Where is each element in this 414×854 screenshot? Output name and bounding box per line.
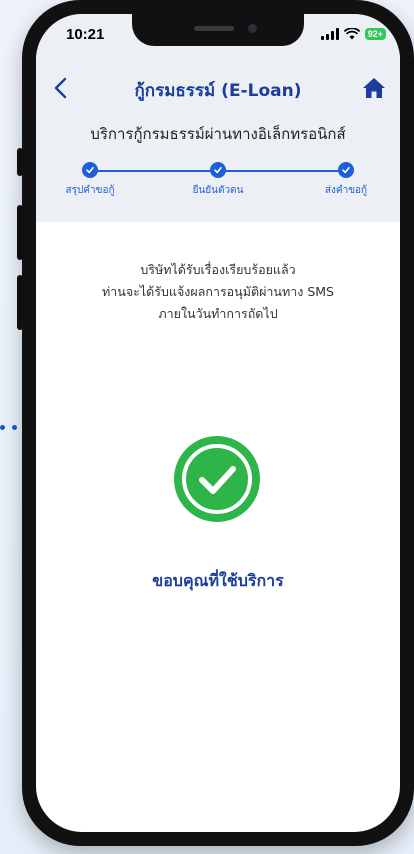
page-title: กู้กรมธรรม์ (E-Loan): [134, 81, 302, 101]
step-label: สรุปคำขอกู้: [65, 185, 115, 196]
header-area: 10:21 92+ กู้กรมธรรม์ (E-Loan) บริการกู้…: [36, 14, 400, 222]
phone-screen: 10:21 92+ กู้กรมธรรม์ (E-Loan) บริการกู้…: [36, 14, 400, 832]
phone-frame: 10:21 92+ กู้กรมธรรม์ (E-Loan) บริการกู้…: [22, 0, 414, 846]
step-check-icon: [338, 162, 354, 178]
status-time: 10:21: [66, 26, 105, 43]
navigation-bar: กู้กรมธรรม์ (E-Loan): [36, 74, 400, 104]
step-label: ส่งคำขอกู้: [324, 185, 368, 196]
home-icon[interactable]: [362, 77, 386, 99]
progress-stepper: สรุปคำขอกู้ ยืนยันตัวตน ส่งคำขอกู้: [56, 162, 380, 210]
message-line: ท่านจะได้รับแจ้งผลการอนุมัติผ่านทาง SMS: [102, 284, 334, 299]
message-line: ภายในวันทำการถัดไป: [158, 306, 278, 321]
confirmation-message: บริษัทได้รับเรื่องเรียบร้อยแล้ว ท่านจะได…: [36, 259, 400, 325]
thank-you-text: ขอบคุณที่ใช้บริการ: [152, 571, 284, 590]
battery-icon: 92+: [364, 28, 386, 40]
step-verify-identity: ยืนยันตัวตน: [173, 162, 263, 198]
message-line: บริษัทได้รับเรื่องเรียบร้อยแล้ว: [140, 262, 296, 277]
service-subtitle: บริการกู้กรมธรรม์ผ่านทางอิเล็กทรอนิกส์: [90, 125, 346, 143]
step-label: ยืนยันตัวตน: [192, 185, 244, 196]
status-bar: 10:21 92+: [36, 26, 400, 50]
step-check-icon: [82, 162, 98, 178]
step-check-icon: [210, 162, 226, 178]
step-summary: สรุปคำขอกู้: [45, 162, 135, 198]
check-circle-icon: [172, 434, 262, 524]
step-submit: ส่งคำขอกู้: [301, 162, 391, 198]
signal-icon: [320, 28, 339, 40]
status-icons: 92+: [320, 28, 386, 40]
wifi-icon: [343, 28, 360, 40]
